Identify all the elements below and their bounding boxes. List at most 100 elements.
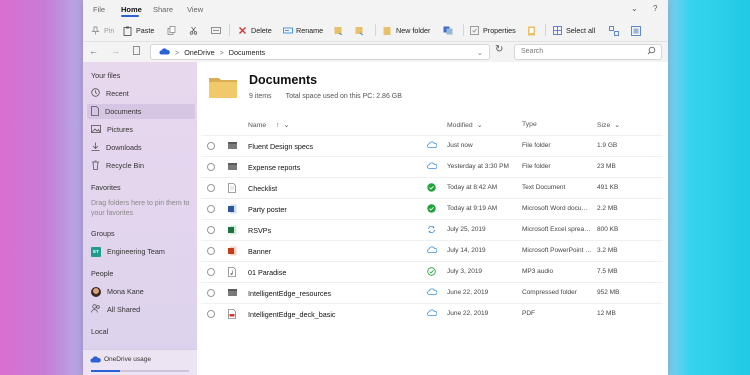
row-select-radio[interactable] [207, 142, 215, 150]
search-input[interactable]: Search [514, 44, 662, 60]
sidebar-item-label: Downloads [106, 143, 142, 152]
sidebar-item-pictures[interactable]: Pictures [87, 122, 195, 137]
file-name[interactable]: Party poster [248, 205, 287, 214]
breadcrumb-documents[interactable]: Documents [229, 48, 265, 57]
chevron-down-icon: ⌄ [476, 122, 483, 129]
help-icon[interactable]: ? [653, 4, 657, 13]
file-type: MP3 audio [522, 268, 554, 275]
column-header-size[interactable]: Size ⌄ [597, 121, 620, 130]
file-name[interactable]: Checklist [248, 184, 277, 193]
row-select-radio[interactable] [207, 310, 215, 318]
table-row[interactable]: Expense reports Yesterday at 3:30 PM Fil… [201, 156, 663, 177]
toolbar-divider [463, 24, 464, 36]
rename-button[interactable]: Rename [283, 23, 323, 37]
select-none-icon [609, 25, 619, 36]
sidebar-item-recent[interactable]: Recent [87, 86, 195, 101]
move-to-button[interactable] [334, 23, 343, 37]
pin-label: Pin [104, 25, 115, 35]
tab-view[interactable]: View [187, 5, 203, 14]
table-row[interactable]: Checklist Today at 8:42 AM Text Document… [201, 177, 663, 198]
file-name[interactable]: Expense reports [248, 163, 300, 172]
address-bar[interactable]: > OneDrive > Documents ⌄ [150, 44, 490, 60]
recent-locations-icon[interactable] [133, 46, 140, 57]
properties-button[interactable]: Properties [470, 23, 516, 37]
sidebar-item-mona-kane[interactable]: Mona Kane [87, 284, 195, 299]
new-folder-button[interactable]: New folder [383, 23, 430, 37]
row-select-radio[interactable] [207, 226, 215, 234]
row-select-radio[interactable] [207, 205, 215, 213]
section-your-files: Your files [91, 71, 121, 80]
column-label: Name [248, 121, 267, 129]
select-all-button[interactable]: Select all [553, 23, 595, 37]
table-row[interactable]: Banner July 14, 2019 Microsoft PowerPoin… [201, 240, 663, 261]
tab-home[interactable]: Home [121, 5, 142, 14]
open-button[interactable] [527, 23, 536, 37]
table-row[interactable]: Party poster Today at 9:19 AM Microsoft … [201, 198, 663, 219]
table-row[interactable]: Fluent Design specs Just now File folder… [201, 135, 663, 156]
pdf-file-icon [228, 309, 237, 319]
collapse-ribbon-icon[interactable]: ⌄ [631, 4, 638, 13]
row-select-radio[interactable] [207, 268, 215, 276]
column-header-modified[interactable]: Modified ⌄ [447, 121, 483, 130]
column-header-name[interactable]: Name ↑ ⌄ [248, 121, 289, 130]
folder-summary: 9 items Total space used on this PC: 2.8… [249, 93, 402, 100]
zip-file-icon [228, 288, 237, 298]
row-select-radio[interactable] [207, 289, 215, 297]
search-icon[interactable] [647, 46, 656, 57]
file-size: 800 KB [597, 226, 619, 233]
breadcrumb-onedrive[interactable]: OneDrive [184, 48, 214, 57]
forward-arrow-icon[interactable]: → [111, 46, 120, 56]
refresh-icon[interactable]: ↻ [495, 44, 503, 55]
address-dropdown-icon[interactable]: ⌄ [477, 48, 483, 57]
file-name[interactable]: IntelligentEdge_deck_basic [248, 310, 336, 319]
file-name[interactable]: RSVPs [248, 226, 271, 235]
file-name[interactable]: Fluent Design specs [248, 142, 313, 151]
file-type: Microsoft Excel spreads... [522, 226, 592, 233]
tab-share[interactable]: Share [153, 5, 173, 14]
tab-file[interactable]: File [93, 5, 105, 14]
table-row[interactable]: IntelligentEdge_deck_basic June 22, 2019… [201, 303, 663, 324]
invert-selection-button[interactable] [631, 23, 641, 37]
file-name[interactable]: Banner [248, 247, 271, 256]
sidebar-item-engineering-team[interactable]: ET Engineering Team [87, 244, 195, 259]
section-groups: Groups [91, 229, 115, 238]
file-name[interactable]: 01 Paradise [248, 268, 286, 277]
onedrive-usage-label: OneDrive usage [104, 356, 151, 363]
select-none-button[interactable] [609, 23, 619, 37]
row-select-radio[interactable] [207, 247, 215, 255]
scissors-icon [189, 26, 198, 35]
clipboard-icon [123, 26, 132, 36]
file-size: 23 MB [597, 163, 616, 170]
sidebar-item-downloads[interactable]: Downloads [87, 140, 195, 155]
table-row[interactable]: 01 Paradise July 3, 2019 MP3 audio 7.5 M… [201, 261, 663, 282]
table-row[interactable]: IntelligentEdge_resources June 22, 2019 … [201, 282, 663, 303]
move-folder-icon [334, 26, 343, 35]
item-count: 9 items [249, 93, 272, 100]
copy-path-button[interactable] [211, 23, 221, 37]
sidebar-item-documents[interactable]: Documents [87, 104, 195, 119]
copy-button[interactable] [167, 23, 176, 37]
toolbar-divider [545, 24, 546, 36]
cut-button[interactable] [189, 23, 198, 37]
sidebar-item-label: Documents [105, 107, 142, 116]
toolbar-divider [229, 24, 230, 36]
file-name[interactable]: IntelligentEdge_resources [248, 289, 331, 298]
synced-check-icon [427, 204, 437, 214]
copy-to-button[interactable] [355, 23, 364, 37]
onedrive-usage-panel[interactable]: OneDrive usage [83, 349, 197, 375]
audio-file-icon [228, 267, 237, 277]
sidebar-item-label: Recycle Bin [106, 161, 144, 170]
row-select-radio[interactable] [207, 163, 215, 171]
delete-button[interactable]: Delete [238, 23, 272, 37]
new-item-button[interactable] [443, 23, 453, 37]
paste-button[interactable]: Paste [123, 23, 154, 37]
back-arrow-icon[interactable]: ← [89, 46, 98, 56]
row-select-radio[interactable] [207, 184, 215, 192]
cloud-status-icon [427, 246, 438, 256]
rename-label: Rename [296, 25, 324, 35]
sidebar-item-all-shared[interactable]: All Shared [87, 302, 195, 317]
pin-button[interactable]: Pin [91, 23, 114, 37]
table-row[interactable]: RSVPs July 25, 2019 Microsoft Excel spre… [201, 219, 663, 240]
column-header-type[interactable]: Type [522, 121, 537, 128]
sidebar-item-recycle-bin[interactable]: Recycle Bin [87, 158, 195, 173]
